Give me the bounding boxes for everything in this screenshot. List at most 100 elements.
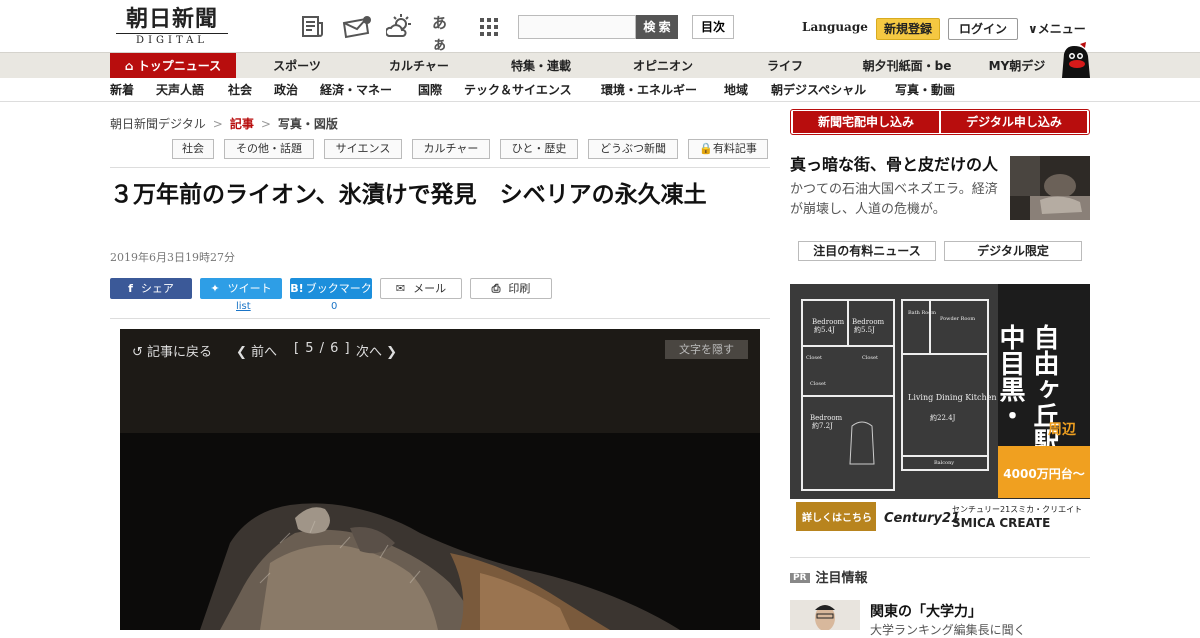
subnav-region[interactable]: 地域 <box>724 78 748 102</box>
divider <box>110 167 770 168</box>
hatena-bookmark-button[interactable]: B! ブックマーク <box>290 278 372 299</box>
breadcrumb-article[interactable]: 記事 <box>230 117 254 131</box>
room-label: Bath Room <box>908 310 936 316</box>
nav-label: トップニュース <box>137 59 222 73</box>
language-link[interactable]: Language <box>802 20 868 34</box>
room-label: Bedroom <box>812 318 845 326</box>
real-estate-ad[interactable]: Bedroom 約5.4J Bedroom 約5.5J Bath Room Po… <box>790 284 1090 534</box>
subscribe-digital-button[interactable]: デジタル申し込み <box>941 111 1087 133</box>
mail-icon: ✉ <box>395 282 406 295</box>
lion-cub-photo <box>120 433 760 630</box>
tag-science[interactable]: サイエンス <box>324 139 402 159</box>
photo-viewer: ↺ 記事に戻る ❮ 前へ [ 5 / 6 ] 次へ ❯ 文字を隠す <box>120 329 760 630</box>
print-icon: ⎙ <box>491 282 501 295</box>
tab-paid-news[interactable]: 注目の有料ニュース <box>798 241 936 261</box>
tag-society[interactable]: 社会 <box>172 139 214 159</box>
search-button[interactable]: 検 索 <box>636 15 678 39</box>
chevron-right-icon: ❯ <box>386 345 398 360</box>
tag-animal-news[interactable]: どうぶつ新聞 <box>588 139 678 159</box>
back-to-article-button[interactable]: ↺ 記事に戻る <box>132 341 212 360</box>
ad-price: 4000万円台〜 <box>1003 466 1084 481</box>
mail-news-icon[interactable] <box>342 14 372 40</box>
room-label: Closet <box>806 355 822 361</box>
grid-menu-icon[interactable] <box>478 14 500 40</box>
breadcrumb-home[interactable]: 朝日新聞デジタル <box>110 117 206 131</box>
nav-life[interactable]: ライフ <box>750 53 820 79</box>
toc-button[interactable]: 目次 <box>692 15 734 39</box>
room-label: Powder Room <box>940 316 975 322</box>
subnav-environment[interactable]: 環境・エネルギー <box>601 78 697 102</box>
ad-brand: Century21 <box>884 511 960 526</box>
subnav-economy[interactable]: 経済・マネー <box>320 78 392 102</box>
room-label: Living Dining Kitchen <box>908 393 997 402</box>
hatena-bookmark-label: ブックマーク <box>305 282 372 295</box>
subnav-special[interactable]: 朝デジスペシャル <box>771 78 866 102</box>
article-title: ３万年前のライオン、氷漬けで発見 シベリアの永久凍土 <box>110 182 707 208</box>
font-size-icon[interactable]: あぁ <box>432 12 458 53</box>
facebook-icon: f <box>128 282 133 295</box>
twitter-icon: ✦ <box>210 282 220 295</box>
subnav-latest[interactable]: 新着 <box>110 78 134 102</box>
room-label: Closet <box>862 355 878 361</box>
lock-icon: 🔒 <box>699 142 713 155</box>
divider <box>110 318 770 319</box>
viewer-caption-bar <box>120 329 760 433</box>
pr-heading-label: 注目情報 <box>815 571 868 586</box>
pr-thumbnail[interactable] <box>790 600 860 630</box>
ad-station-line1: 中目黒・ <box>995 324 1025 428</box>
site-header: 朝日新聞 DIGITAL あぁ 検 索 目次 Language 新規登録 ログイ… <box>0 0 1200 53</box>
feature-headline[interactable]: 真っ暗な街、骨と皮だけの人 <box>790 154 1000 176</box>
login-button[interactable]: ログイン <box>948 18 1018 40</box>
pr-title[interactable]: 関東の「大学力」 <box>870 601 982 621</box>
tab-digital-only[interactable]: デジタル限定 <box>944 241 1082 261</box>
tag-misc[interactable]: その他・話題 <box>224 139 314 159</box>
hide-text-button[interactable]: 文字を隠す <box>665 340 748 359</box>
subnav-politics[interactable]: 政治 <box>274 78 298 102</box>
ad-area: 周辺 <box>1048 421 1076 438</box>
room-label: Closet <box>810 381 826 387</box>
nav-my-asahi[interactable]: MY朝デジ <box>982 53 1052 79</box>
subnav-society[interactable]: 社会 <box>228 78 252 102</box>
weather-icon[interactable] <box>386 14 414 40</box>
subnav-tensei[interactable]: 天声人語 <box>156 78 204 102</box>
back-label: 記事に戻る <box>147 345 213 360</box>
nav-sports[interactable]: スポーツ <box>260 53 334 79</box>
prev-label: 前へ <box>251 345 278 360</box>
twitter-share-button[interactable]: ✦ ツイート <box>200 278 282 299</box>
newspaper-icon[interactable] <box>300 14 326 40</box>
ad-cta: 詳しくはこちら <box>802 511 872 524</box>
search-input[interactable] <box>518 15 636 39</box>
home-icon: ⌂ <box>124 59 138 73</box>
hatena-count: 0 <box>331 301 338 312</box>
print-button[interactable]: ⎙ 印刷 <box>470 278 552 299</box>
feature-thumbnail[interactable] <box>1010 156 1090 220</box>
tag-history[interactable]: ひと・歴史 <box>500 139 578 159</box>
next-label: 次へ <box>356 345 383 360</box>
nav-top-news[interactable]: ⌂ トップニュース <box>110 53 236 79</box>
menu-button[interactable]: ∨メニュー <box>1028 20 1086 37</box>
subnav-international[interactable]: 国際 <box>418 78 442 102</box>
prev-photo-button[interactable]: ❮ 前へ <box>236 341 277 360</box>
register-button[interactable]: 新規登録 <box>876 18 940 40</box>
ad-company-en: SMICA CREATE <box>952 516 1050 530</box>
next-photo-button[interactable]: 次へ ❯ <box>356 341 397 360</box>
tag-paid-article[interactable]: 🔒有料記事 <box>688 139 768 159</box>
subnav-tech[interactable]: テック＆サイエンス <box>464 78 572 102</box>
site-logo[interactable]: 朝日新聞 DIGITAL <box>116 6 228 48</box>
nav-opinion[interactable]: オピニオン <box>622 53 704 79</box>
mail-share-button[interactable]: ✉ メール <box>380 278 462 299</box>
subnav-photo[interactable]: 写真・動画 <box>895 78 955 102</box>
nav-features[interactable]: 特集・連載 <box>500 53 582 79</box>
subscribe-paper-button[interactable]: 新聞宅配申し込み <box>793 111 939 133</box>
chevron-down-icon: ∨ <box>1028 22 1038 36</box>
nav-culture[interactable]: カルチャー <box>378 53 460 79</box>
facebook-share-button[interactable]: f シェア <box>110 278 192 299</box>
ad-company-ja: センチュリー21スミカ・クリエイト <box>952 505 1082 514</box>
article-date: 2019年6月3日19時27分 <box>110 251 235 264</box>
room-label: Balcony <box>934 460 954 466</box>
tag-culture[interactable]: カルチャー <box>412 139 490 159</box>
mascot-icon[interactable] <box>1058 42 1092 78</box>
nav-newspaper[interactable]: 朝夕刊紙面・be <box>852 53 962 79</box>
logo-ja: 朝日新聞 <box>125 6 218 32</box>
twitter-count[interactable]: list <box>236 301 251 312</box>
